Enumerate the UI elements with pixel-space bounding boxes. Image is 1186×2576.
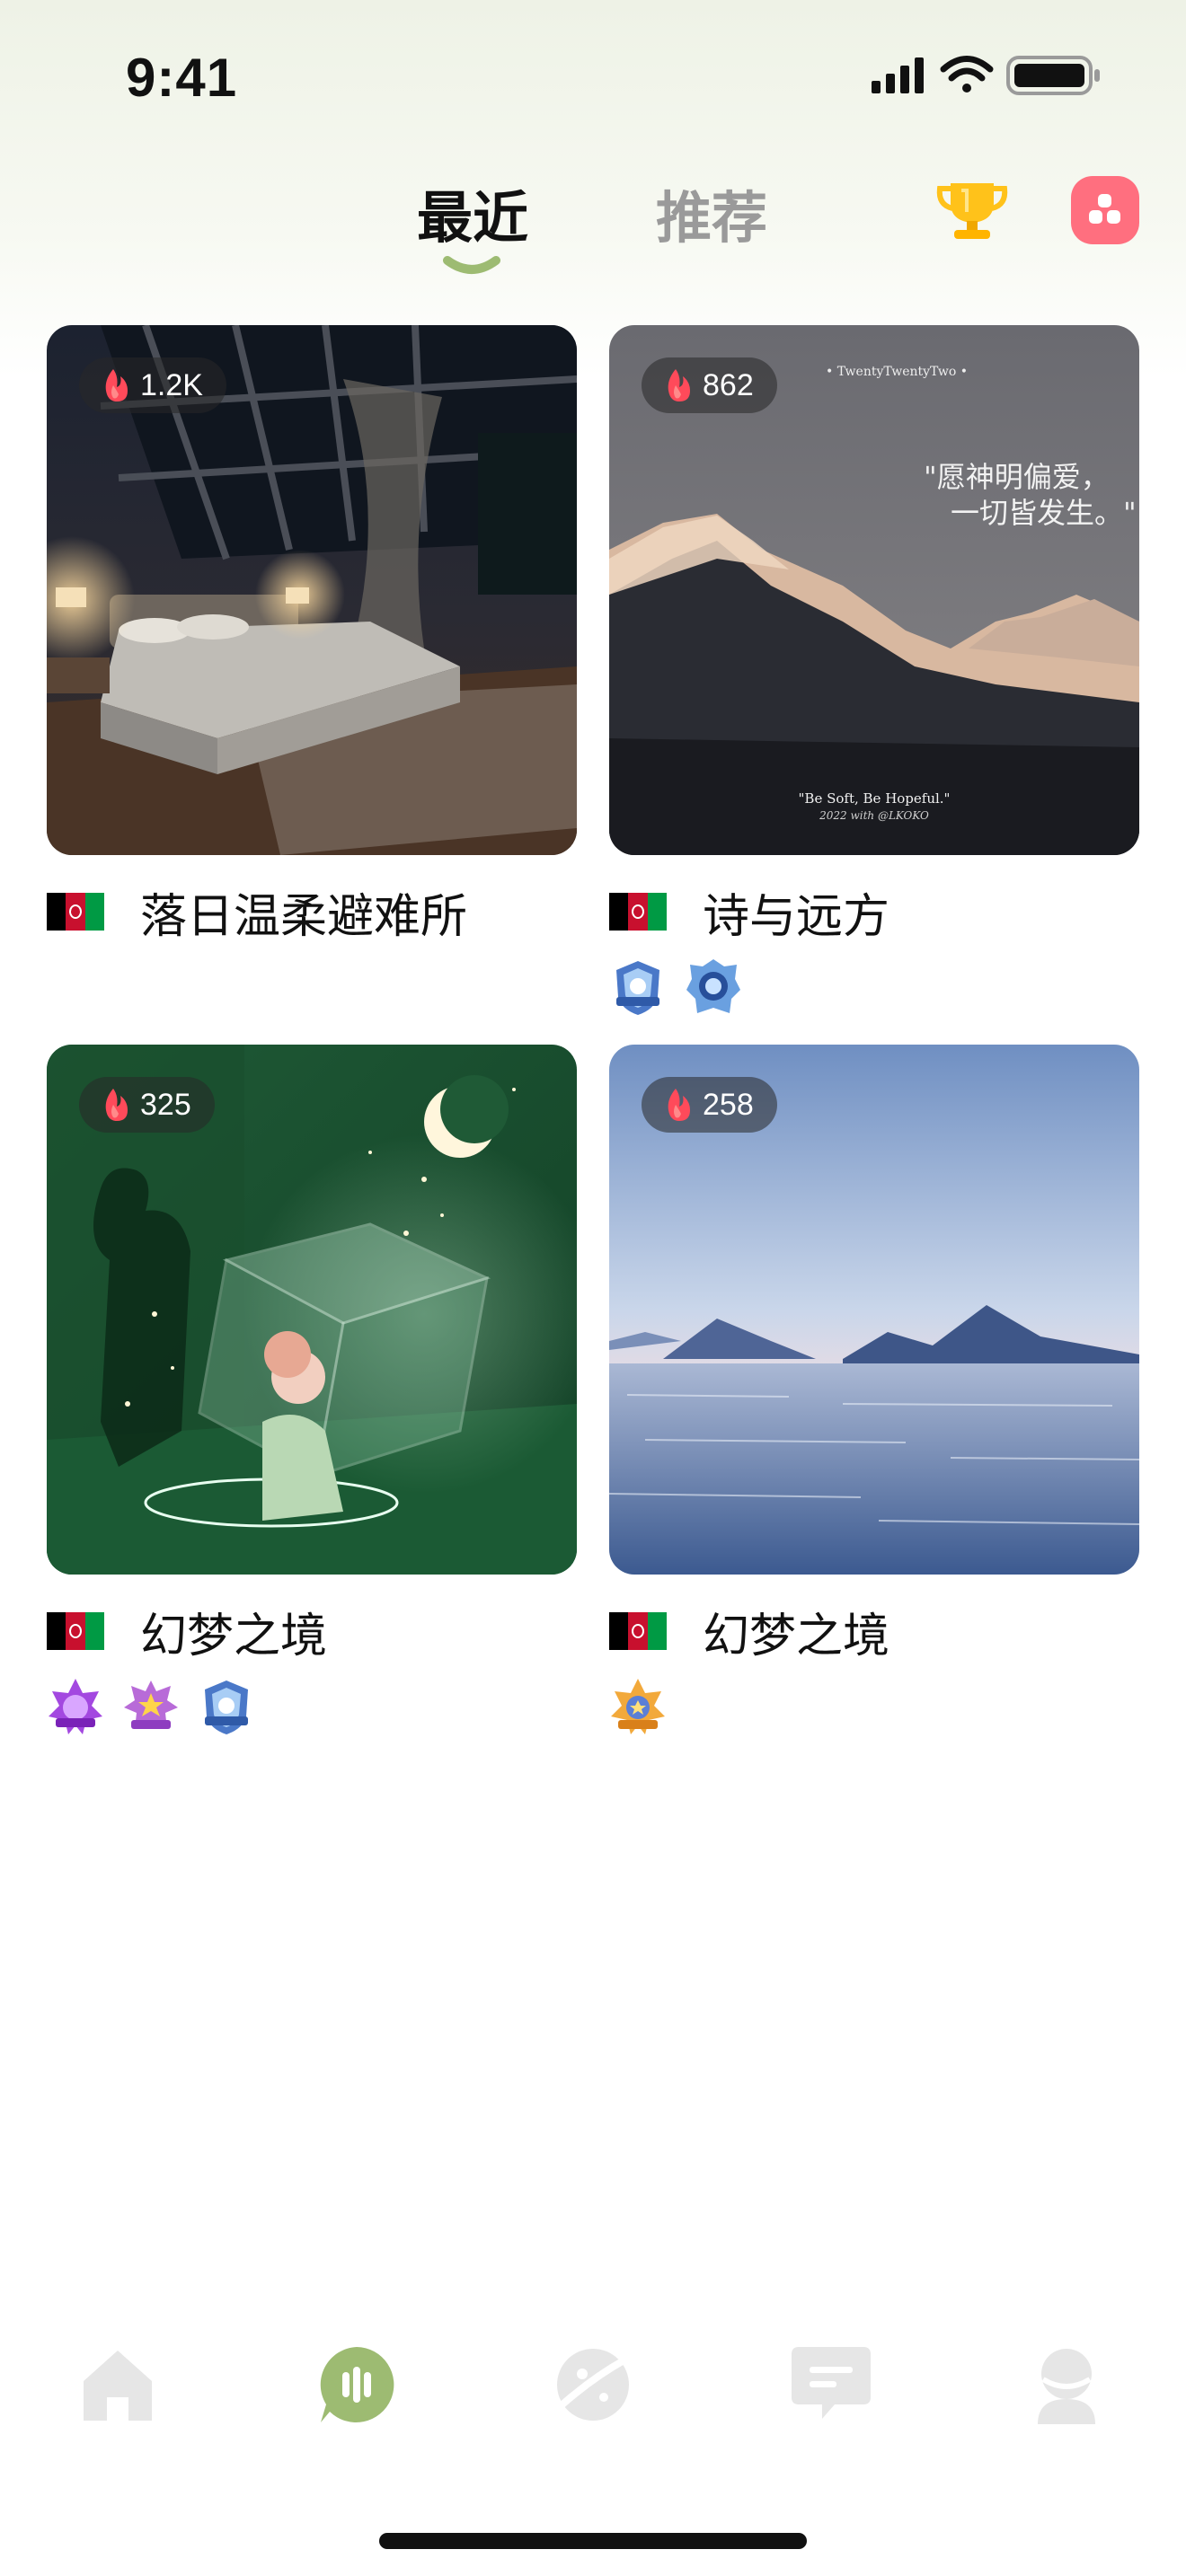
tab-active-indicator [443,256,500,274]
room-title: 幻梦之境 [140,1609,328,1663]
gold-star-badge-icon [611,1679,665,1734]
tab-profile[interactable] [1017,2335,1116,2434]
badge-list [609,957,760,1020]
badge-list [47,1677,273,1740]
tab-messages[interactable] [782,2335,881,2434]
heat-badge: 862 [642,357,777,413]
room-cover-image[interactable]: • TwentyTwentyTwo • "愿神明偏爱， 一切皆发生。" "Be … [609,325,1139,855]
tab-home[interactable] [68,2335,167,2434]
heat-count: 325 [140,1087,191,1122]
fire-icon [668,369,690,401]
tab-planet[interactable] [544,2335,642,2434]
image-top-text: • TwentyTwentyTwo • [826,365,968,379]
afghanistan-flag-icon [47,1612,104,1650]
voice-room-icon [320,2347,394,2422]
fire-icon [105,369,128,401]
planet-icon [557,2349,629,2421]
blue-shield-badge-icon [205,1681,248,1734]
heat-count: 1.2K [140,367,203,402]
heat-badge: 258 [642,1077,777,1133]
heat-count: 862 [703,367,754,402]
tab-voice-room[interactable] [307,2335,406,2434]
bottom-tab-bar [0,2335,1186,2443]
room-title: 幻梦之境 [703,1609,890,1663]
heat-badge: 325 [79,1077,215,1133]
fire-icon [105,1089,128,1121]
image-calligraphy-2: 一切皆发生。" [951,496,1137,530]
fire-icon [668,1089,690,1121]
blue-shield-badge-icon [616,961,659,1015]
home-indicator [379,2533,807,2549]
heat-badge: 1.2K [79,357,226,413]
signal-icon [872,57,924,93]
purple-star-badge-icon [49,1679,102,1734]
wifi-icon [940,56,994,93]
room-cover-image[interactable]: 325 [47,1045,577,1575]
tab-recent[interactable]: 最近 [417,172,528,253]
afghanistan-flag-icon [609,1612,667,1650]
profile-icon [1038,2349,1095,2424]
battery-icon [1006,56,1100,95]
image-calligraphy-1: "愿神明偏爱， [924,460,1110,494]
status-icons [872,56,1100,95]
afghanistan-flag-icon [609,893,667,931]
trophy-icon[interactable] [934,176,1010,243]
status-time: 9:41 [126,48,238,108]
message-icon [792,2347,871,2419]
purple-crown-badge-icon [124,1681,178,1729]
image-quote: "Be Soft, Be Hopeful." [799,790,951,807]
image-credit: 2022 with @LKOKO [819,809,929,822]
badge-list [609,1677,685,1740]
room-title: 诗与远方 [703,889,890,944]
home-icon [84,2351,152,2421]
heat-count: 258 [703,1087,754,1122]
room-title: 落日温柔避难所 [140,889,468,944]
room-cover-image[interactable]: 258 [609,1045,1139,1575]
cube-menu-button[interactable] [1071,176,1139,244]
tab-recommend[interactable]: 推荐 [656,172,767,253]
room-cover-image[interactable]: 1.2K [47,325,577,855]
blue-crest-badge-icon [686,959,740,1013]
afghanistan-flag-icon [47,893,104,931]
